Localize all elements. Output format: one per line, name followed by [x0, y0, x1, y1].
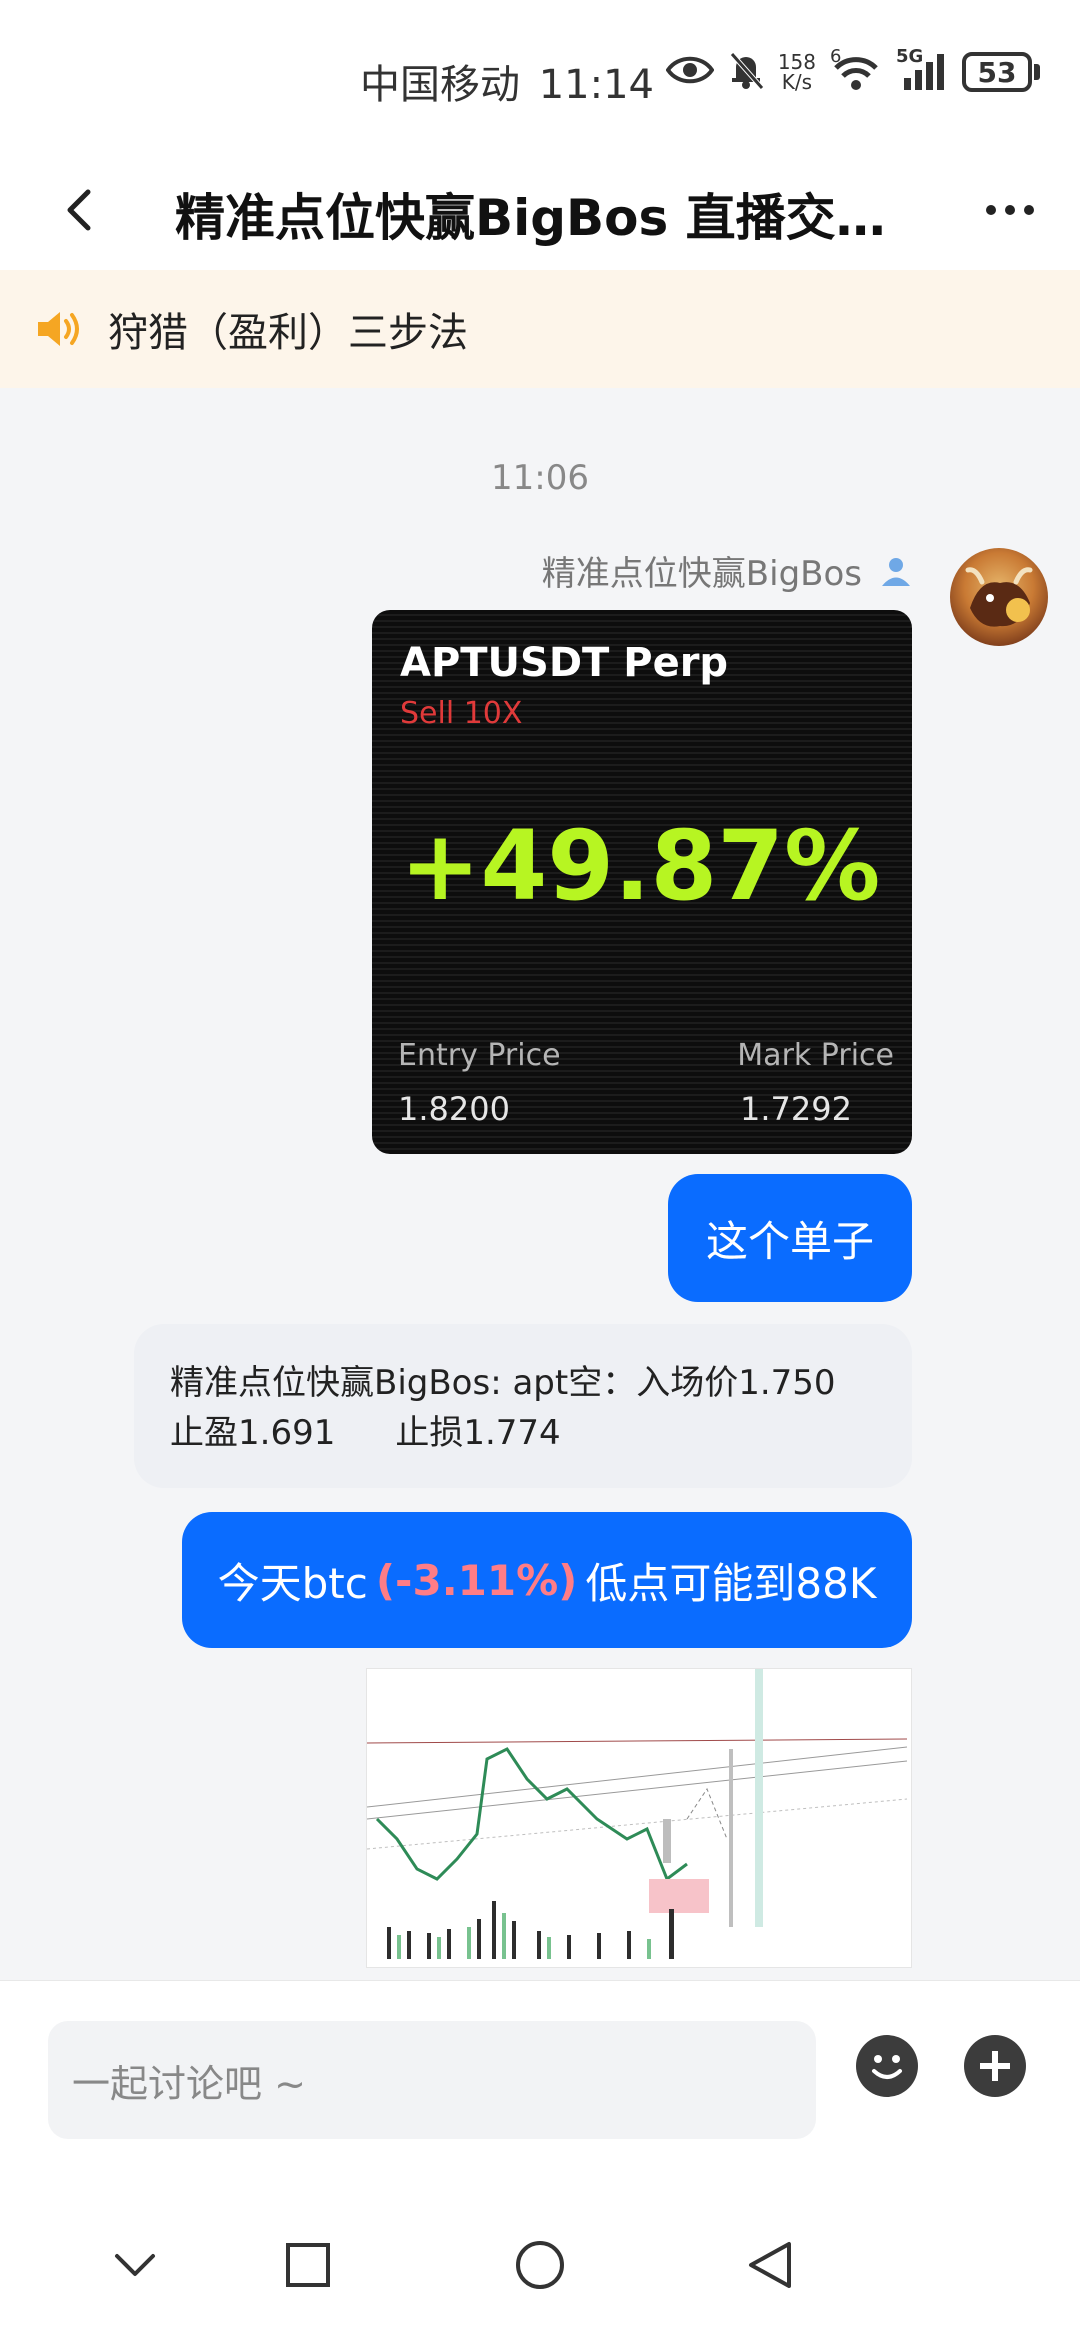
- trade-pair: APTUSDT Perp: [400, 640, 729, 686]
- message-bubble-sent[interactable]: 今天btc (-3.11%) 低点可能到88K: [182, 1512, 912, 1648]
- nav-square-icon: [286, 2243, 330, 2287]
- eye-icon: [665, 53, 715, 91]
- sender-name: 精准点位快赢BigBos: [541, 554, 862, 594]
- cell-label: 5G: [896, 46, 924, 67]
- message-text: 这个单子: [705, 1216, 874, 1266]
- system-nav-bar: [0, 2185, 1080, 2340]
- bell-muted-icon: [728, 50, 764, 94]
- message-text-prefix: 今天btc: [217, 1558, 368, 1608]
- chat-header: 精准点位快赢BigBos 直播交…: [0, 150, 1080, 270]
- nav-circle-icon: [516, 2241, 564, 2289]
- sender-row: 精准点位快赢BigBos: [542, 546, 912, 595]
- quote-line-2: 止盈1.691 止损1.774: [170, 1408, 876, 1458]
- more-button[interactable]: [970, 172, 1050, 248]
- take-profit-text: 止盈1.691: [170, 1413, 336, 1453]
- battery-level: 53: [962, 52, 1032, 92]
- stop-loss-text: 止损1.774: [395, 1413, 561, 1453]
- mark-price-label: Mark Price: [737, 1038, 894, 1073]
- announcement-text: 狩猎（盈利）三步法: [108, 310, 468, 356]
- user-icon: [882, 557, 910, 586]
- chart-image-thumbnail[interactable]: [366, 1668, 912, 1968]
- nav-back-icon: [749, 2242, 791, 2288]
- quote-line-1: 精准点位快赢BigBos: apt空：入场价1.750: [170, 1363, 836, 1403]
- net-speed-value: 158: [777, 50, 816, 74]
- message-list[interactable]: 11:06 精准点位快赢BigBos APTUSDT Perp Sell 10X…: [0, 388, 1080, 1980]
- page-title: 精准点位快赢BigBos 直播交…: [175, 189, 886, 247]
- chart-image: [366, 1669, 908, 1959]
- nav-hide-keyboard-button[interactable]: [95, 2225, 175, 2305]
- message-text-suffix: 低点可能到88K: [585, 1558, 877, 1608]
- message-timestamp: 11:06: [491, 458, 589, 498]
- nav-down-icon: [115, 2254, 155, 2276]
- net-speed-unit: K/s: [781, 70, 813, 94]
- speaker-icon: [38, 312, 79, 346]
- add-attachment-button[interactable]: [964, 2035, 1026, 2097]
- composer-bar: 一起讨论吧 ~: [0, 1980, 1080, 2185]
- message-input[interactable]: 一起讨论吧 ~: [48, 2021, 816, 2139]
- entry-price-label: Entry Price: [398, 1038, 561, 1073]
- chat-screen: 中国移动 11:14 158 K/s 6 5G 53 精准点位快赢BigBos …: [0, 0, 1080, 2340]
- nav-back-button[interactable]: [730, 2225, 810, 2305]
- mark-price-value: 1.7292: [740, 1090, 852, 1128]
- emoji-icon: [872, 2055, 902, 2079]
- entry-price-value: 1.8200: [398, 1090, 510, 1128]
- more-icon: [986, 205, 1034, 215]
- nav-recents-button[interactable]: [268, 2225, 348, 2305]
- status-icons: 158 K/s 6 5G 53: [665, 46, 1040, 94]
- avatar[interactable]: [950, 548, 1048, 646]
- trade-pnl: +49.87%: [400, 810, 881, 922]
- message-bubble-sent[interactable]: 这个单子: [668, 1174, 912, 1302]
- quoted-message-bubble[interactable]: 精准点位快赢BigBos: apt空：入场价1.750 止盈1.691 止损1.7…: [134, 1324, 912, 1488]
- back-icon: [67, 189, 91, 231]
- emoji-button[interactable]: [856, 2035, 918, 2097]
- back-button[interactable]: [40, 172, 116, 248]
- price-change-highlight: (-3.11%): [375, 1555, 578, 1605]
- status-bar: 中国移动 11:14 158 K/s 6 5G 53: [0, 0, 1080, 150]
- clock: 11:14: [538, 62, 654, 108]
- signal-icon: 5G: [896, 46, 948, 92]
- net-speed: 158 K/s: [778, 52, 816, 92]
- carrier-label: 中国移动: [360, 62, 520, 108]
- battery-indicator: 53: [962, 52, 1040, 92]
- plus-icon: [980, 2051, 1010, 2081]
- trade-result-card[interactable]: APTUSDT Perp Sell 10X +49.87% Entry Pric…: [372, 610, 912, 1154]
- status-left: 中国移动 11:14: [360, 52, 654, 110]
- wifi-badge: 6: [830, 46, 842, 67]
- battery-tip: [1034, 64, 1040, 80]
- nav-home-button[interactable]: [500, 2225, 580, 2305]
- wifi-icon: 6: [830, 46, 882, 92]
- trade-side: Sell 10X: [400, 696, 523, 731]
- announcement-bar[interactable]: 狩猎（盈利）三步法: [0, 270, 1080, 388]
